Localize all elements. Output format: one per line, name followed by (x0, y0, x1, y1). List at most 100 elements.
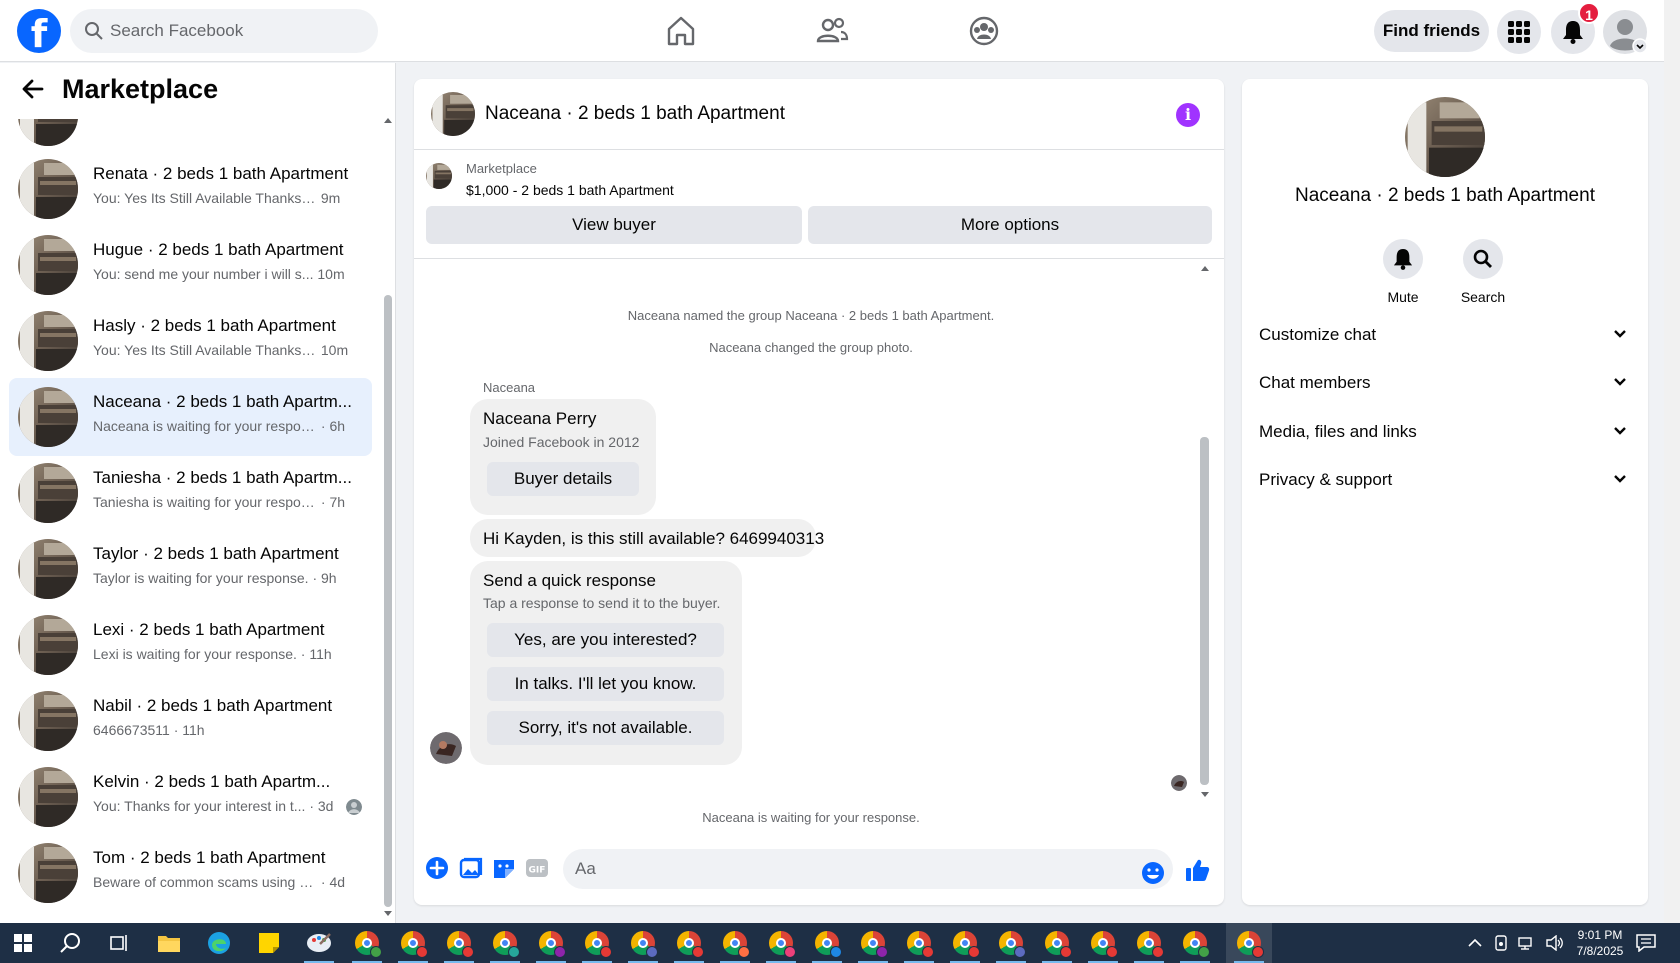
account-avatar[interactable] (1603, 10, 1649, 54)
sticky-notes[interactable] (246, 923, 292, 963)
conversation-item[interactable]: Hugue · 2 beds 1 bath Apartment You: sen… (9, 226, 372, 304)
chrome-window[interactable] (390, 923, 436, 963)
chrome-window[interactable] (1126, 923, 1172, 963)
chrome-window[interactable] (436, 923, 482, 963)
conversation-item-active[interactable]: Naceana · 2 beds 1 bath Apartm... Nacean… (9, 378, 372, 456)
conversation-item[interactable]: Hasly · 2 beds 1 bath Apartment You: Yes… (9, 302, 372, 380)
back-arrow-icon[interactable] (22, 79, 44, 99)
message-input[interactable] (563, 849, 1173, 889)
mute-button[interactable]: Mute (1368, 239, 1438, 305)
thumbs-up-icon[interactable] (1184, 857, 1210, 883)
sidebar-scrollbar-thumb[interactable] (384, 295, 392, 907)
chrome-icon (493, 931, 520, 958)
taskbar-search[interactable] (48, 923, 94, 963)
media-files-links-row[interactable]: Media, files and links (1259, 412, 1631, 452)
chrome-icon (1237, 931, 1264, 958)
network-icon[interactable] (1518, 936, 1536, 950)
chrome-window-active[interactable] (1226, 923, 1272, 963)
quick-response-option[interactable]: Sorry, it's not available. (487, 711, 724, 745)
chrome-window[interactable] (804, 923, 850, 963)
search-box[interactable] (70, 9, 378, 53)
privacy-support-row[interactable]: Privacy & support (1259, 460, 1631, 500)
info-icon[interactable]: i (1176, 103, 1200, 127)
conversation-preview: You: Yes Its Still Available Thanks fo..… (93, 190, 341, 206)
conversation-preview: You: Thanks for your interest in t... · … (93, 798, 334, 814)
gif-icon[interactable]: GIF (524, 855, 550, 881)
windows-logo-icon (14, 934, 32, 952)
conversation-item[interactable]: Taylor · 2 beds 1 bath Apartment Taylor … (9, 530, 372, 608)
chevron-up-icon[interactable] (1468, 938, 1482, 948)
quick-response-option[interactable]: Yes, are you interested? (487, 623, 724, 657)
menu-button[interactable] (1497, 10, 1541, 54)
paint-icon (307, 933, 331, 952)
chrome-window[interactable] (1080, 923, 1126, 963)
chrome-window[interactable] (1034, 923, 1080, 963)
action-center[interactable] (1624, 923, 1668, 963)
chat-scroll-up-icon[interactable] (1200, 263, 1210, 273)
find-friends-button[interactable]: Find friends (1374, 10, 1489, 52)
chat-scroll-down-icon[interactable] (1200, 790, 1210, 800)
listing-description[interactable]: $1,000 - 2 beds 1 bath Apartment (466, 182, 674, 198)
photo-icon[interactable] (458, 855, 484, 881)
chrome-window[interactable] (344, 923, 390, 963)
chrome-window[interactable] (1172, 923, 1218, 963)
search-input[interactable] (110, 9, 360, 53)
groups-icon[interactable] (967, 14, 1001, 48)
more-options-button[interactable]: More options (808, 206, 1212, 244)
buyer-details-button[interactable]: Buyer details (487, 462, 639, 496)
conversation-item[interactable]: Renata · 2 beds 1 bath Apartment You: Ye… (9, 150, 372, 228)
conversation-thumbnail (18, 539, 78, 599)
chrome-window[interactable] (528, 923, 574, 963)
view-buyer-button[interactable]: View buyer (426, 206, 802, 244)
conversation-time: 10m (317, 266, 345, 282)
quick-response-option[interactable]: In talks. I'll let you know. (487, 667, 724, 701)
chrome-window[interactable] (850, 923, 896, 963)
chrome-window[interactable] (482, 923, 528, 963)
chrome-window[interactable] (942, 923, 988, 963)
quick-response-bubble: Send a quick response Tap a response to … (470, 561, 742, 765)
conversation-item[interactable]: Lexi · 2 beds 1 bath Apartment Lexi is w… (9, 606, 372, 684)
file-explorer[interactable] (146, 923, 192, 963)
buyer-joined: Joined Facebook in 2012 (483, 434, 640, 450)
conversation-item[interactable]: Tom · 2 beds 1 bath Apartment Beware of … (9, 834, 372, 912)
conversation-item[interactable]: Kelvin · 2 beds 1 bath Apartm... You: Th… (9, 758, 372, 836)
customize-chat-row[interactable]: Customize chat (1259, 315, 1631, 355)
chrome-window[interactable] (574, 923, 620, 963)
sender-avatar[interactable] (430, 732, 462, 764)
page-scrollbar[interactable] (1664, 0, 1680, 923)
chrome-window[interactable] (620, 923, 666, 963)
chrome-icon (585, 931, 612, 958)
search-in-chat-button[interactable]: Search (1448, 239, 1518, 305)
emoji-icon[interactable] (1140, 860, 1166, 886)
chrome-window[interactable] (712, 923, 758, 963)
conversation-item[interactable]: Taniesha · 2 beds 1 bath Apartm... Tanie… (9, 454, 372, 532)
chat-panel: Naceana · 2 beds 1 bath Apartment i Mark… (414, 79, 1224, 905)
group-photo[interactable] (1405, 97, 1485, 177)
conversation-item[interactable]: Nabil · 2 beds 1 bath Apartment 64666735… (9, 682, 372, 760)
chat-scrollbar-thumb[interactable] (1200, 437, 1209, 785)
home-icon[interactable] (664, 14, 698, 48)
conversation-title: Hasly · 2 beds 1 bath Apartment (93, 316, 336, 335)
scroll-down-arrow-icon[interactable] (383, 909, 393, 919)
edge-browser[interactable] (196, 923, 242, 963)
chrome-window[interactable] (758, 923, 804, 963)
listing-source: Marketplace (466, 161, 537, 176)
chrome-icon (769, 931, 796, 958)
paint-app[interactable] (296, 923, 342, 963)
device-icon[interactable] (1494, 935, 1508, 951)
chrome-window[interactable] (988, 923, 1034, 963)
chrome-window[interactable] (666, 923, 712, 963)
marketplace-sidebar: Marketplace Renata · 2 beds 1 bath Apart… (0, 63, 396, 923)
chat-avatar[interactable] (431, 92, 475, 136)
facebook-logo[interactable]: f (17, 9, 61, 53)
chat-title[interactable]: Naceana · 2 beds 1 bath Apartment (485, 103, 785, 125)
chat-members-row[interactable]: Chat members (1259, 363, 1631, 403)
scroll-up-arrow-icon[interactable] (383, 115, 393, 125)
start-button[interactable] (0, 923, 46, 963)
add-plus-icon[interactable] (424, 855, 450, 881)
notification-center-icon (1636, 934, 1656, 952)
task-view[interactable] (96, 923, 142, 963)
friends-icon[interactable] (815, 14, 849, 48)
chrome-window[interactable] (896, 923, 942, 963)
sticker-icon[interactable] (491, 855, 517, 881)
